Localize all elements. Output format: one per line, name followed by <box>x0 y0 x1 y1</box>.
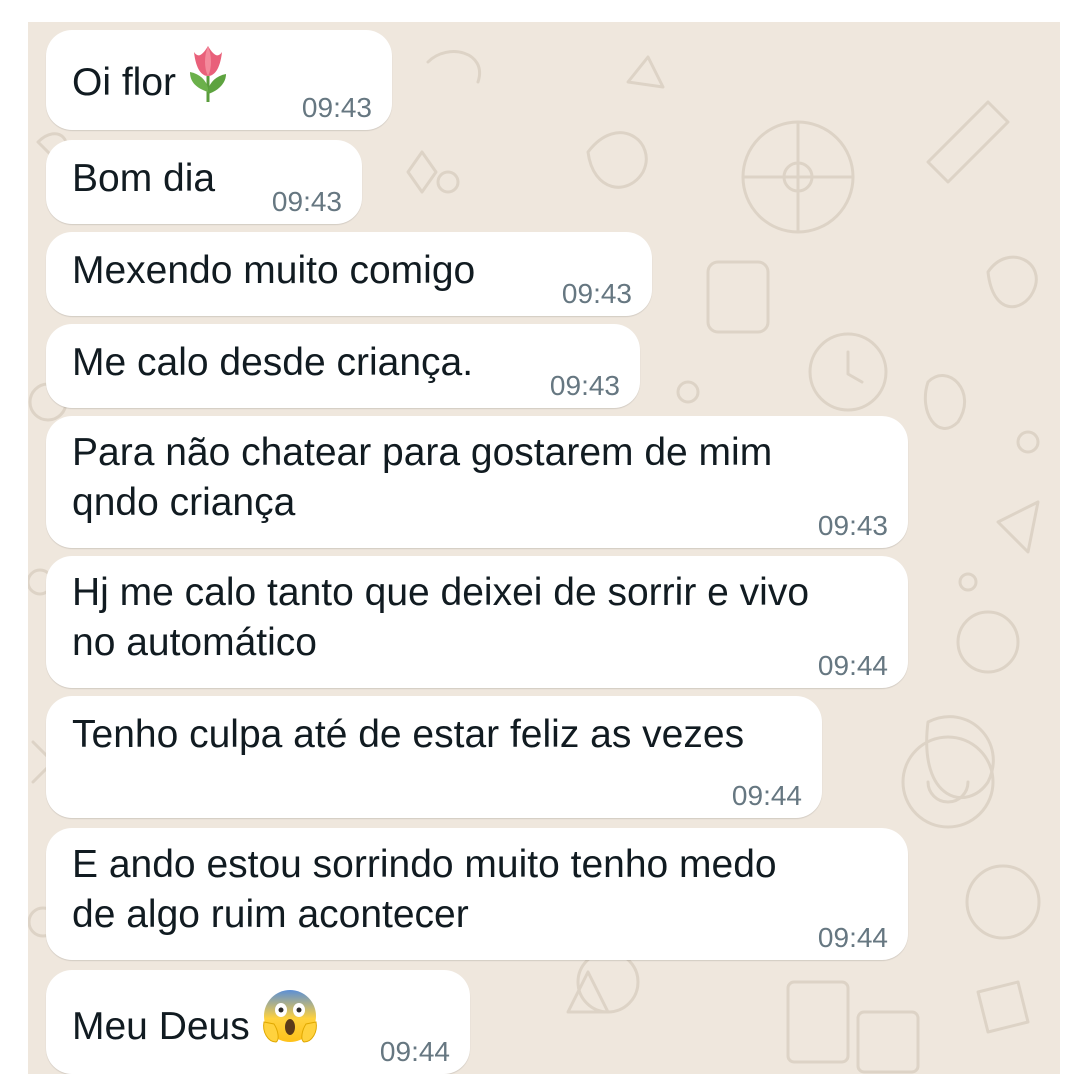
message-timestamp: 09:43 <box>301 92 372 123</box>
message-text: Bom dia <box>72 157 216 200</box>
message-text: Meu Deus <box>72 1004 250 1048</box>
message-bubble[interactable]: Bom dia 09:43 <box>46 140 362 224</box>
message-text-line: de algo ruim acontecer <box>72 893 469 936</box>
message-text-line: Para não chatear para gostarem de mim <box>72 431 773 474</box>
message-timestamp: 09:43 <box>561 278 632 309</box>
message-text: Tenho culpa até de estar feliz as vezes <box>72 713 745 756</box>
message-text: Mexendo muito comigo <box>72 249 476 292</box>
screaming-face-icon <box>260 986 320 1059</box>
message-bubble[interactable]: Hj me calo tanto que deixei de sorrir e … <box>46 556 908 688</box>
message-bubble[interactable]: Oi flor 09:43 <box>46 30 392 130</box>
message-timestamp: 09:43 <box>271 186 342 217</box>
message-text-line: qndo criança <box>72 481 296 524</box>
message-timestamp: 09:44 <box>817 650 888 681</box>
message-timestamp: 09:44 <box>731 780 802 811</box>
message-timestamp: 09:44 <box>379 1036 450 1067</box>
chat-window: Oi flor 09:43 Bom dia 09:43 Mexendo muit… <box>28 22 1060 1074</box>
message-timestamp: 09:43 <box>549 370 620 401</box>
message-timestamp: 09:44 <box>817 922 888 953</box>
message-bubble[interactable]: Mexendo muito comigo 09:43 <box>46 232 652 316</box>
message-text-line: Hj me calo tanto que deixei de sorrir e … <box>72 571 810 614</box>
message-bubble[interactable]: E ando estou sorrindo muito tenho medo d… <box>46 828 908 960</box>
message-bubble[interactable]: Tenho culpa até de estar feliz as vezes … <box>46 696 822 818</box>
message-bubble[interactable]: Para não chatear para gostarem de mim qn… <box>46 416 908 548</box>
message-text: Oi flor <box>72 60 177 104</box>
message-bubble[interactable]: Meu Deus 09:44 <box>46 970 470 1074</box>
message-bubble[interactable]: Me calo desde criança. 09:43 <box>46 324 640 408</box>
message-text-line: E ando estou sorrindo muito tenho medo <box>72 843 777 886</box>
message-timestamp: 09:43 <box>817 510 888 541</box>
message-text-line: no automático <box>72 621 317 664</box>
tulip-icon <box>186 42 230 115</box>
message-text: Me calo desde criança. <box>72 341 474 384</box>
